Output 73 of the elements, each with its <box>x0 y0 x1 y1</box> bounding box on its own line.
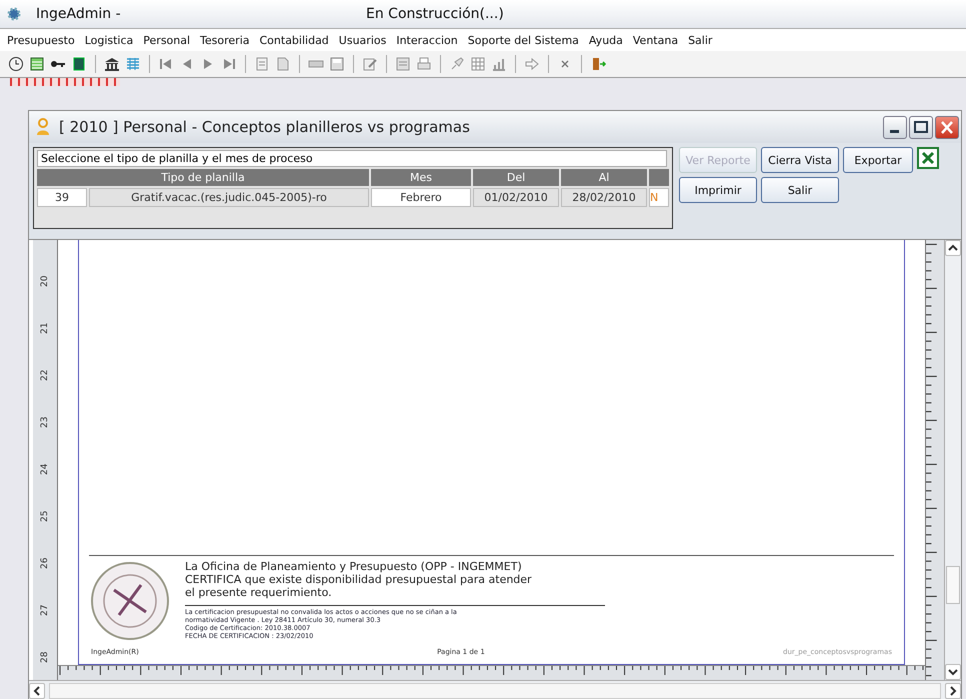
export-button[interactable]: Exportar <box>843 147 913 173</box>
close-view-button[interactable]: Cierra Vista <box>761 147 839 173</box>
grid-icon[interactable] <box>470 56 486 72</box>
column-header: Del <box>473 169 559 186</box>
print-icon[interactable] <box>416 56 432 72</box>
document-icon[interactable] <box>254 56 270 72</box>
clock-icon[interactable] <box>8 56 24 72</box>
calendar-icon[interactable] <box>29 56 45 72</box>
ruler-number: 24 <box>39 462 51 475</box>
window-title: IngeAdmin - <box>36 6 122 22</box>
first-record-icon[interactable] <box>158 56 174 72</box>
certification-text: CERTIFICA que existe disponibilidad presupuestal para atender <box>185 573 533 586</box>
chart-icon[interactable] <box>491 56 507 72</box>
ruler-number: 21 <box>39 322 51 334</box>
ruler-number: 22 <box>39 368 51 381</box>
bank-icon[interactable] <box>104 56 120 72</box>
column-header <box>649 169 669 186</box>
menu-item[interactable]: Ventana <box>628 34 684 46</box>
scroll-thumb[interactable] <box>946 566 960 604</box>
table-cell: 28/02/2010 <box>561 188 647 207</box>
table-cell: Gratif.vacac.(res.judic.045-2005)-ro <box>89 188 369 207</box>
minimize-icon[interactable] <box>883 116 907 138</box>
ruler-number: 25 <box>39 510 51 522</box>
last-record-icon[interactable] <box>221 56 237 72</box>
menu-item[interactable]: Presupuesto <box>2 34 80 46</box>
exit-button[interactable]: Salir <box>761 177 839 203</box>
menu-item[interactable]: Soporte del Sistema <box>462 34 584 46</box>
panel-caption: Seleccione el tipo de planilla y el mes de proceso <box>37 150 667 167</box>
ruler-number: 23 <box>39 416 51 428</box>
scroll-left-icon[interactable] <box>29 683 45 699</box>
child-window-title: [ 2010 ] Personal - Conceptos planilleros vs programas <box>59 118 471 136</box>
save-icon[interactable] <box>329 56 345 72</box>
ruler-number: 20 <box>39 274 51 287</box>
column-header: Mes <box>371 169 471 186</box>
table-cell: 01/02/2010 <box>473 188 559 207</box>
gear-icon <box>6 6 22 22</box>
edit-icon[interactable] <box>362 56 378 72</box>
window-subtitle: En Construcción(...) <box>366 6 504 22</box>
book-icon[interactable] <box>71 56 87 72</box>
scroll-up-icon[interactable] <box>945 240 961 256</box>
menu-item[interactable]: Salir <box>683 34 718 46</box>
certification-text: el presente requerimiento. <box>185 586 333 599</box>
print-button[interactable]: Imprimir <box>679 177 757 203</box>
scroll-down-icon[interactable] <box>945 664 961 680</box>
exit-icon[interactable] <box>590 56 606 72</box>
menu-item[interactable]: Logistica <box>80 34 138 46</box>
menu-item[interactable]: Contabilidad <box>254 34 334 46</box>
vertical-scrollbar[interactable] <box>944 240 961 680</box>
menu-item[interactable]: Tesoreria <box>195 34 254 46</box>
spreadsheet-icon[interactable] <box>917 147 939 169</box>
column-header: Tipo de planilla <box>37 169 369 186</box>
form-icon[interactable] <box>395 56 411 72</box>
menu-item[interactable]: Usuarios <box>334 34 392 46</box>
menu-item[interactable]: Ayuda <box>584 34 628 46</box>
horizontal-scrollbar[interactable] <box>29 680 961 699</box>
maximize-icon[interactable] <box>909 116 933 138</box>
close-icon[interactable] <box>935 116 959 138</box>
table-cell: N <box>649 188 669 207</box>
table-cell: 39 <box>37 188 87 207</box>
page-icon[interactable] <box>275 56 291 72</box>
scroll-thumb[interactable] <box>49 683 941 699</box>
scroll-right-icon[interactable] <box>945 683 961 699</box>
ruler-number: 28 <box>39 650 51 663</box>
pin-icon[interactable] <box>449 56 465 72</box>
menu-item[interactable]: Interaccion <box>391 34 463 46</box>
table-cell: Febrero <box>371 188 471 207</box>
column-header: Al <box>561 169 647 186</box>
arrow-icon[interactable] <box>524 56 540 72</box>
user-icon <box>35 118 51 136</box>
ruler-number: 27 <box>39 604 51 616</box>
ruler-number: 26 <box>39 556 51 569</box>
menu-item[interactable]: Personal <box>138 34 196 46</box>
office-text: La Oficina de Planeamiento y Presupuesto (OPP - INGEMMET) <box>185 560 523 573</box>
